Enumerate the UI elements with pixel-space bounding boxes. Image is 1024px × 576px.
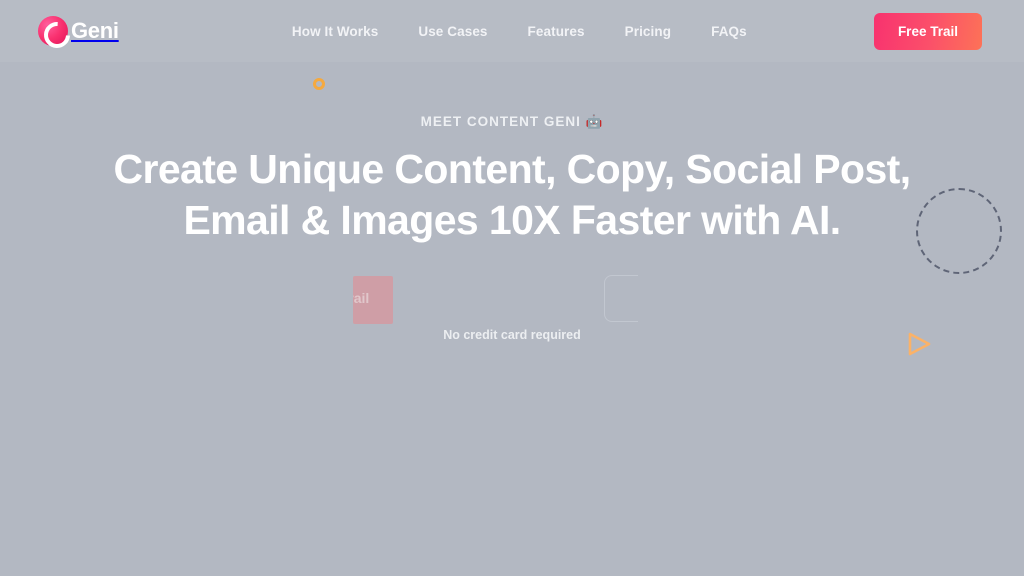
footer-band [0,558,1024,576]
brand-logo[interactable]: Geni [38,16,119,46]
nav-item-faqs[interactable]: FAQs [711,24,747,39]
hero-content: MEET CONTENT GENI 🤖 Create Unique Conten… [0,62,1024,246]
hero-action-row: Free Trail [0,270,1024,326]
nav-item-features[interactable]: Features [528,24,585,39]
header-free-trial-button[interactable]: Free Trail [873,12,982,50]
hero-secondary-button[interactable] [604,275,638,322]
hero-eyebrow: MEET CONTENT GENI 🤖 [420,114,604,129]
hero-note: No credit card required [443,328,581,342]
hero-section: MEET CONTENT GENI 🤖 Create Unique Conten… [0,62,1024,576]
hero-free-trial-button[interactable]: Free Trail [353,276,393,324]
geni-c-mark-icon [38,16,68,46]
nav-item-pricing[interactable]: Pricing [625,24,671,39]
nav-item-how-it-works[interactable]: How It Works [292,24,378,39]
hero-headline: Create Unique Content, Copy, Social Post… [0,144,1024,246]
main-navigation: How It Works Use Cases Features Pricing … [246,24,747,39]
site-header: Geni How It Works Use Cases Features Pri… [0,0,1024,62]
nav-item-use-cases[interactable]: Use Cases [418,24,487,39]
brand-name: Geni [71,18,119,43]
hero-headline-line-1: Create Unique Content, Copy, Social Post… [113,146,911,192]
hero-headline-line-2: Email & Images 10X Faster with AI. [183,196,841,243]
hero-free-trial-label: Free Trail [353,290,370,306]
